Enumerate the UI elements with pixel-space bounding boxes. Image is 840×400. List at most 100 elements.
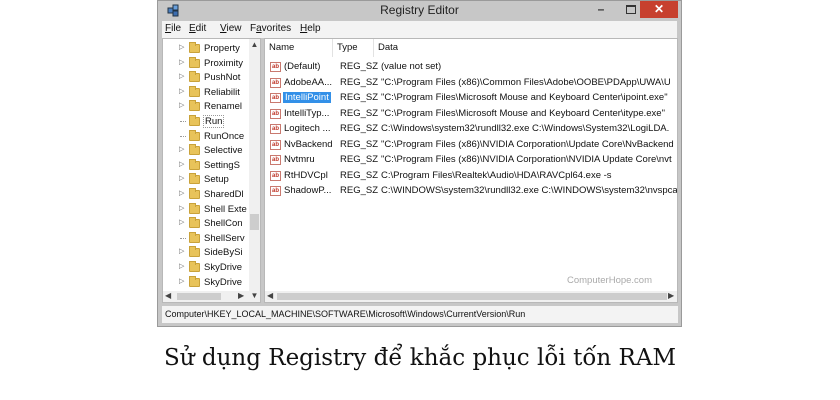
expand-arrow-icon[interactable]: ▷ [179,262,184,270]
menu-favorites[interactable]: Favorites [250,23,291,34]
tree-item[interactable]: ▷ SideBySi [163,246,249,260]
tree-vertical-scrollbar[interactable]: ▲ ▼ [249,39,260,302]
value-data: "C:\Program Files (x86)\NVIDIA Corporati… [381,154,672,165]
scroll-left-arrow-icon[interactable]: ◀ [267,291,273,300]
value-data: "C:\Program Files (x86)\Common Files\Ado… [381,76,671,88]
tree-item[interactable]: ▷ Proximity [163,56,249,71]
expand-arrow-icon[interactable]: ▷ [179,174,184,182]
scroll-left-arrow-icon[interactable]: ◀ [165,291,171,300]
tree-item[interactable]: RunOnce [163,129,249,144]
expand-arrow-icon[interactable]: ▷ [179,218,184,226]
value-data: C:\Windows\system32\rundll32.exe C:\Wind… [381,123,670,134]
menu-file[interactable]: File [165,23,181,34]
menu-help[interactable]: Help [300,23,321,34]
tree-item-label: Shell Exte [204,203,247,215]
folder-icon [189,100,200,112]
tree-item-label: SettingS [204,159,240,171]
expand-arrow-icon[interactable]: ▷ [179,204,184,212]
folder-icon [189,217,200,229]
expand-arrow-icon[interactable]: ▷ [179,277,184,285]
expand-arrow-icon[interactable]: ▷ [179,58,184,66]
expand-arrow-icon[interactable]: ▷ [179,87,184,95]
expand-arrow-icon[interactable]: ▷ [179,43,184,51]
tree-item[interactable]: ShellServ [163,231,249,246]
value-type: REG_SZ [340,185,379,196]
value-type: REG_SZ [340,61,379,72]
list-row[interactable]: ab RtHDVCpl REG_SZ C:\Program Files\Realtek… [265,169,677,184]
list-row[interactable]: ab Logitech ... REG_SZ C:\Windows\system32\… [265,122,677,137]
expand-arrow-icon[interactable]: ▷ [179,101,184,109]
minimize-button[interactable]: – [588,1,614,18]
tree-item[interactable]: ▷ Reliabilit [163,85,249,100]
tree-item[interactable]: ▷ SettingS [163,158,249,173]
list-row[interactable]: ab (Default) REG_SZ (value not set) [265,60,677,75]
tree-item[interactable]: ▷ SkyDrive [163,261,249,275]
value-type: REG_SZ [340,123,379,134]
menu-view[interactable]: View [220,23,242,34]
expand-arrow-icon[interactable]: ▷ [179,160,184,168]
value-type: REG_SZ [340,154,379,165]
tree-item[interactable]: ▷ Setup [163,173,249,187]
tree-item[interactable]: ▷ SkyDrive [163,275,249,290]
expand-arrow-icon[interactable]: ▷ [179,247,184,255]
folder-icon [189,246,200,258]
string-value-icon: ab [270,108,281,119]
column-header-name[interactable]: Name [265,39,333,57]
expand-arrow-icon[interactable]: ▷ [179,72,184,80]
folder-icon [189,275,200,287]
list-row[interactable]: ab NvBackend REG_SZ "C:\Program Files (x86)… [265,138,677,153]
scroll-down-arrow-icon[interactable]: ▼ [249,290,260,302]
column-header-type[interactable]: Type [333,39,374,57]
column-header-data[interactable]: Data [374,39,677,57]
tree-item-label: RunOnce [204,130,245,142]
tree-connector [180,121,186,122]
list-row[interactable]: ab IntelliPoint REG_SZ "C:\Program Files\Mi… [265,91,677,106]
folder-icon [189,129,200,141]
value-type: REG_SZ [340,76,379,88]
menu-bar: File Edit View Favorites Help [162,21,677,38]
value-name: RtHDVCpl [284,169,328,181]
value-type: REG_SZ [340,107,379,119]
list-hscroll-thumb[interactable] [277,293,667,300]
tree-item[interactable]: ▷ SharedDl [163,188,249,202]
tree-item[interactable]: ▷ Renamel [163,100,249,114]
registry-key-tree[interactable]: ▷ SkyDrive ▷ SkyDrive ▷ SideBySi ShellServ ▷ She… [162,38,261,303]
title-bar[interactable]: Registry Editor – ✕ [158,1,681,21]
folder-icon [189,71,200,83]
tree-scroll-thumb[interactable] [250,214,259,230]
tree-item[interactable]: ▷ PushNot [163,71,249,85]
tree-horizontal-scrollbar[interactable]: ◀ ▶ [163,291,249,302]
tree-hscroll-thumb[interactable] [177,293,221,300]
list-row[interactable]: ab ShadowP... REG_SZ C:\WINDOWS\system32\ru… [265,184,677,199]
tree-item[interactable]: ▷ Property [163,42,249,56]
scroll-right-arrow-icon[interactable]: ▶ [238,291,244,300]
tree-item-label: Proximity [204,57,244,69]
tree-item-label: Setup [204,174,229,186]
menu-edit[interactable]: Edit [189,23,206,34]
tree-item[interactable]: Run [163,115,249,129]
value-data: "C:\Program Files\Microsoft Mouse and Ke… [381,107,665,119]
tree-item-label: SharedDl [204,189,244,200]
folder-icon [189,173,200,185]
tree-item-label: ShellServ [204,232,245,244]
tree-item-label: SideBySi [204,247,243,259]
folder-icon [189,144,200,156]
expand-arrow-icon[interactable]: ▷ [179,189,184,197]
tree-item[interactable]: ▷ Shell Exte [163,202,249,217]
value-name: Logitech ... [284,123,331,134]
tree-item[interactable]: ▷ ShellCon [163,217,249,231]
tree-item[interactable]: ▷ Selective [163,144,249,158]
list-horizontal-scrollbar[interactable]: ◀ ▶ [265,291,677,302]
scroll-up-arrow-icon[interactable]: ▲ [249,39,260,51]
scroll-right-arrow-icon[interactable]: ▶ [668,291,674,300]
string-value-icon: ab [270,139,281,150]
tree-item-label: PushNot [204,72,241,84]
list-row[interactable]: ab AdobeAA... REG_SZ "C:\Program Files (x86… [265,76,677,91]
value-name: (Default) [284,61,321,72]
close-button[interactable]: ✕ [640,1,678,18]
list-row[interactable]: ab Nvtmru REG_SZ "C:\Program Files (x86)\NV… [265,153,677,168]
registry-values-list[interactable]: Name Type Data ComputerHope.com ◀ ▶ ab (D… [264,38,678,303]
list-row[interactable]: ab IntelliTyp... REG_SZ "C:\Program Files\M… [265,107,677,122]
expand-arrow-icon[interactable]: ▷ [179,145,184,153]
value-data: "C:\Program Files\Microsoft Mouse and Ke… [381,92,668,103]
